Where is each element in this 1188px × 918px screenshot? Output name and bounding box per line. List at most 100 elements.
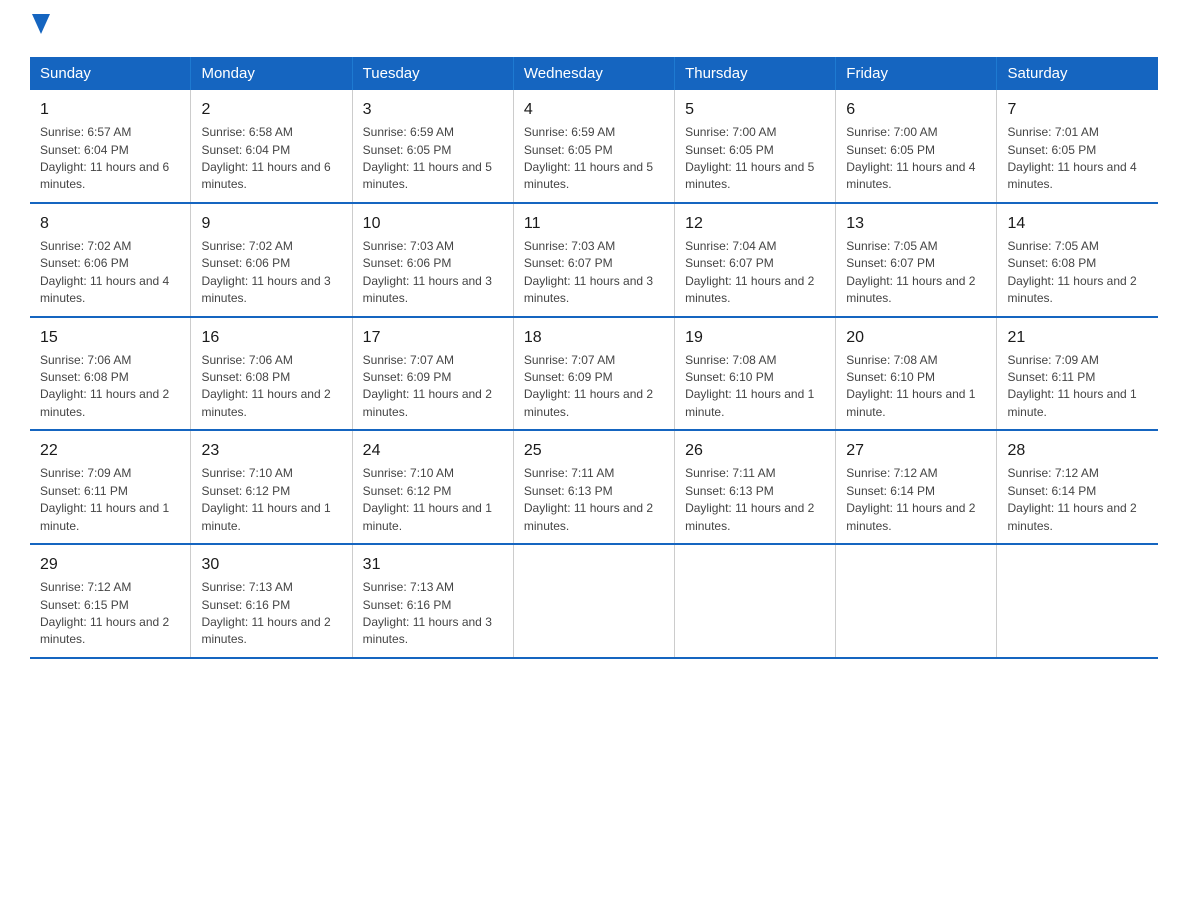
calendar-week-2: 8 Sunrise: 7:02 AMSunset: 6:06 PMDaylight… xyxy=(30,203,1158,317)
logo-arrow-icon xyxy=(32,14,50,41)
weekday-header-wednesday: Wednesday xyxy=(513,57,674,90)
calendar-cell: 10Sunrise: 7:03 AMSunset: 6:06 PMDayligh… xyxy=(352,203,513,317)
day-number: 17 xyxy=(363,326,503,349)
day-info: Sunrise: 7:05 AMSunset: 6:08 PMDaylight:… xyxy=(1007,238,1148,308)
day-info: Sunrise: 7:09 AMSunset: 6:11 PMDaylight:… xyxy=(40,465,180,535)
calendar-week-5: 29 Sunrise: 7:12 AMSunset: 6:15 PMDayligh… xyxy=(30,544,1158,658)
weekday-header-thursday: Thursday xyxy=(675,57,836,90)
calendar-cell: 17 Sunrise: 7:07 AMSunset: 6:09 PMDayligh… xyxy=(352,317,513,431)
calendar-cell xyxy=(675,544,836,658)
day-number: 7 xyxy=(1007,98,1148,121)
calendar-cell: 7 Sunrise: 7:01 AMSunset: 6:05 PMDaylight… xyxy=(997,90,1158,203)
calendar-cell: 21 Sunrise: 7:09 AMSunset: 6:11 PMDayligh… xyxy=(997,317,1158,431)
day-number: 11 xyxy=(524,212,664,235)
day-info: Sunrise: 7:08 AMSunset: 6:10 PMDaylight:… xyxy=(846,352,986,422)
day-number: 10 xyxy=(363,212,503,235)
day-number: 14 xyxy=(1007,212,1148,235)
day-number: 1 xyxy=(40,98,180,121)
calendar-week-4: 22 Sunrise: 7:09 AMSunset: 6:11 PMDayligh… xyxy=(30,430,1158,544)
calendar-week-3: 15Sunrise: 7:06 AMSunset: 6:08 PMDayligh… xyxy=(30,317,1158,431)
day-info: Sunrise: 7:06 AMSunset: 6:08 PMDaylight:… xyxy=(40,352,180,422)
calendar-cell: 30Sunrise: 7:13 AMSunset: 6:16 PMDayligh… xyxy=(191,544,352,658)
day-number: 28 xyxy=(1007,439,1148,462)
calendar-cell: 2 Sunrise: 6:58 AMSunset: 6:04 PMDaylight… xyxy=(191,90,352,203)
day-number: 21 xyxy=(1007,326,1148,349)
day-number: 13 xyxy=(846,212,986,235)
day-info: Sunrise: 7:05 AMSunset: 6:07 PMDaylight:… xyxy=(846,238,986,308)
day-info: Sunrise: 6:59 AMSunset: 6:05 PMDaylight:… xyxy=(524,124,664,194)
day-number: 30 xyxy=(201,553,341,576)
day-info: Sunrise: 7:10 AMSunset: 6:12 PMDaylight:… xyxy=(363,465,503,535)
day-number: 26 xyxy=(685,439,825,462)
day-info: Sunrise: 7:11 AMSunset: 6:13 PMDaylight:… xyxy=(524,465,664,535)
day-number: 16 xyxy=(201,326,341,349)
day-number: 29 xyxy=(40,553,180,576)
day-info: Sunrise: 7:08 AMSunset: 6:10 PMDaylight:… xyxy=(685,352,825,422)
calendar-cell: 8 Sunrise: 7:02 AMSunset: 6:06 PMDaylight… xyxy=(30,203,191,317)
weekday-header-sunday: Sunday xyxy=(30,57,191,90)
day-number: 2 xyxy=(201,98,341,121)
calendar-cell: 16 Sunrise: 7:06 AMSunset: 6:08 PMDayligh… xyxy=(191,317,352,431)
calendar-cell: 14 Sunrise: 7:05 AMSunset: 6:08 PMDayligh… xyxy=(997,203,1158,317)
day-number: 27 xyxy=(846,439,986,462)
day-number: 23 xyxy=(201,439,341,462)
weekday-header-saturday: Saturday xyxy=(997,57,1158,90)
day-number: 25 xyxy=(524,439,664,462)
day-number: 19 xyxy=(685,326,825,349)
calendar-cell: 5 Sunrise: 7:00 AMSunset: 6:05 PMDaylight… xyxy=(675,90,836,203)
calendar-cell xyxy=(513,544,674,658)
day-number: 3 xyxy=(363,98,503,121)
day-number: 24 xyxy=(363,439,503,462)
day-info: Sunrise: 7:04 AMSunset: 6:07 PMDaylight:… xyxy=(685,238,825,308)
calendar-cell: 26 Sunrise: 7:11 AMSunset: 6:13 PMDayligh… xyxy=(675,430,836,544)
calendar-cell: 9Sunrise: 7:02 AMSunset: 6:06 PMDaylight… xyxy=(191,203,352,317)
day-info: Sunrise: 7:13 AMSunset: 6:16 PMDaylight:… xyxy=(363,579,503,649)
calendar-cell xyxy=(997,544,1158,658)
calendar-cell: 22 Sunrise: 7:09 AMSunset: 6:11 PMDayligh… xyxy=(30,430,191,544)
day-info: Sunrise: 7:11 AMSunset: 6:13 PMDaylight:… xyxy=(685,465,825,535)
day-info: Sunrise: 7:10 AMSunset: 6:12 PMDaylight:… xyxy=(201,465,341,535)
calendar-cell: 24 Sunrise: 7:10 AMSunset: 6:12 PMDayligh… xyxy=(352,430,513,544)
day-number: 18 xyxy=(524,326,664,349)
day-info: Sunrise: 7:07 AMSunset: 6:09 PMDaylight:… xyxy=(524,352,664,422)
calendar-cell: 6Sunrise: 7:00 AMSunset: 6:05 PMDaylight… xyxy=(836,90,997,203)
calendar-cell: 25 Sunrise: 7:11 AMSunset: 6:13 PMDayligh… xyxy=(513,430,674,544)
weekday-header-tuesday: Tuesday xyxy=(352,57,513,90)
calendar-cell: 3 Sunrise: 6:59 AMSunset: 6:05 PMDaylight… xyxy=(352,90,513,203)
day-number: 9 xyxy=(201,212,341,235)
calendar-table: SundayMondayTuesdayWednesdayThursdayFrid… xyxy=(30,57,1158,659)
calendar-cell: 15Sunrise: 7:06 AMSunset: 6:08 PMDayligh… xyxy=(30,317,191,431)
calendar-cell: 18 Sunrise: 7:07 AMSunset: 6:09 PMDayligh… xyxy=(513,317,674,431)
day-info: Sunrise: 6:59 AMSunset: 6:05 PMDaylight:… xyxy=(363,124,503,194)
calendar-cell: 12 Sunrise: 7:04 AMSunset: 6:07 PMDayligh… xyxy=(675,203,836,317)
day-number: 22 xyxy=(40,439,180,462)
day-number: 31 xyxy=(363,553,503,576)
day-number: 5 xyxy=(685,98,825,121)
weekday-header-friday: Friday xyxy=(836,57,997,90)
day-number: 6 xyxy=(846,98,986,121)
calendar-week-1: 1Sunrise: 6:57 AMSunset: 6:04 PMDaylight… xyxy=(30,90,1158,203)
day-info: Sunrise: 7:12 AMSunset: 6:14 PMDaylight:… xyxy=(1007,465,1148,535)
calendar-cell: 20 Sunrise: 7:08 AMSunset: 6:10 PMDayligh… xyxy=(836,317,997,431)
calendar-cell: 31 Sunrise: 7:13 AMSunset: 6:16 PMDayligh… xyxy=(352,544,513,658)
day-number: 12 xyxy=(685,212,825,235)
day-number: 8 xyxy=(40,212,180,235)
day-info: Sunrise: 7:00 AMSunset: 6:05 PMDaylight:… xyxy=(685,124,825,194)
calendar-cell: 1Sunrise: 6:57 AMSunset: 6:04 PMDaylight… xyxy=(30,90,191,203)
calendar-cell: 29 Sunrise: 7:12 AMSunset: 6:15 PMDayligh… xyxy=(30,544,191,658)
day-info: Sunrise: 7:09 AMSunset: 6:11 PMDaylight:… xyxy=(1007,352,1148,422)
page-header xyxy=(30,20,1158,37)
logo xyxy=(30,20,50,37)
day-info: Sunrise: 7:02 AMSunset: 6:06 PMDaylight:… xyxy=(40,238,180,308)
day-info: Sunrise: 7:01 AMSunset: 6:05 PMDaylight:… xyxy=(1007,124,1148,194)
calendar-cell: 19 Sunrise: 7:08 AMSunset: 6:10 PMDayligh… xyxy=(675,317,836,431)
day-info: Sunrise: 7:12 AMSunset: 6:14 PMDaylight:… xyxy=(846,465,986,535)
day-number: 20 xyxy=(846,326,986,349)
day-info: Sunrise: 7:06 AMSunset: 6:08 PMDaylight:… xyxy=(201,352,341,422)
day-info: Sunrise: 6:58 AMSunset: 6:04 PMDaylight:… xyxy=(201,124,341,194)
day-info: Sunrise: 7:12 AMSunset: 6:15 PMDaylight:… xyxy=(40,579,180,649)
day-number: 4 xyxy=(524,98,664,121)
calendar-cell: 4 Sunrise: 6:59 AMSunset: 6:05 PMDaylight… xyxy=(513,90,674,203)
calendar-cell: 11Sunrise: 7:03 AMSunset: 6:07 PMDayligh… xyxy=(513,203,674,317)
day-info: Sunrise: 7:07 AMSunset: 6:09 PMDaylight:… xyxy=(363,352,503,422)
